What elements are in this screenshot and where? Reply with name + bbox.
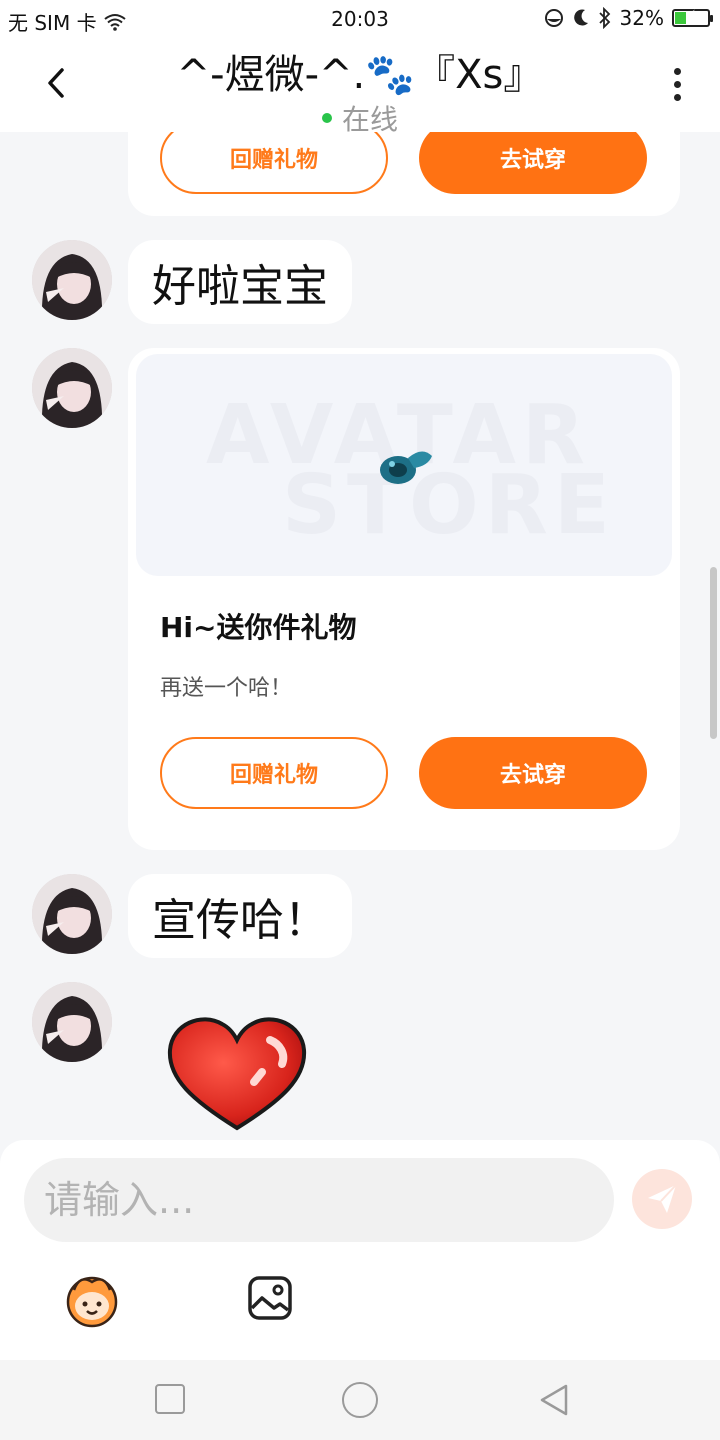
system-nav-bar: [0, 1360, 720, 1440]
more-icon-dot: [673, 94, 681, 101]
more-icon: [673, 68, 681, 75]
recent-apps-button[interactable]: [155, 1384, 185, 1414]
emoji-button[interactable]: [60, 1272, 124, 1328]
avatar[interactable]: [32, 982, 112, 1062]
triangle-back-icon: [540, 1384, 568, 1416]
try-on-button[interactable]: 去试穿: [419, 132, 647, 194]
emoji-icon: [66, 1276, 118, 1328]
avatar[interactable]: [32, 240, 112, 320]
watermark-store: STORE: [282, 458, 616, 553]
more-icon-dot: [673, 81, 681, 88]
send-icon: [648, 1184, 677, 1213]
contact-name: ^-煜微-^.🐾『Xs』: [176, 52, 544, 98]
bluetooth-icon: [598, 7, 610, 29]
avatar-image: [32, 874, 112, 954]
input-panel: [0, 1140, 720, 1360]
message-input[interactable]: [24, 1158, 614, 1242]
online-dot: [321, 113, 332, 123]
avatar-image: [32, 348, 112, 428]
return-gift-button[interactable]: 回赠礼物: [160, 132, 388, 194]
image-button[interactable]: [246, 1274, 294, 1322]
status-bar: 无 SIM 卡 20:03 32% ⚡: [0, 0, 720, 38]
home-button[interactable]: [342, 1382, 378, 1418]
image-icon: [248, 1276, 292, 1320]
avatar[interactable]: [32, 348, 112, 428]
scrollbar[interactable]: [710, 567, 717, 739]
eye-comfort-icon: [544, 9, 563, 27]
gift-card[interactable]: AVATAR STORE Hi~送你件礼物 再送一个哈！ 回赠礼物 去试穿: [128, 348, 680, 850]
gift-image: AVATAR STORE: [136, 354, 672, 576]
avatar-image: [32, 240, 112, 320]
message-bubble[interactable]: 宣传哈！: [128, 874, 352, 958]
status-right: 32% ⚡: [544, 6, 713, 30]
chat-header: ^-煜微-^.🐾『Xs』 在线: [0, 38, 720, 136]
avatar[interactable]: [32, 874, 112, 954]
gift-card-previous: 回赠礼物 去试穿: [128, 132, 680, 216]
message-list[interactable]: 回赠礼物 去试穿 好啦宝宝 AVATAR STORE Hi~送你件礼物 再送一个…: [0, 132, 720, 1140]
battery-icon: ⚡: [672, 8, 713, 27]
message-bubble[interactable]: 好啦宝宝: [128, 240, 352, 324]
gift-card-title: Hi~送你件礼物: [160, 611, 357, 644]
system-back-button[interactable]: [536, 1382, 572, 1418]
gift-card-description: 再送一个哈！: [160, 676, 293, 701]
moon-icon: [573, 9, 588, 26]
avatar-image: [32, 982, 112, 1062]
try-on-button[interactable]: 去试穿: [419, 737, 647, 809]
charging-icon: ⚡: [686, 8, 696, 24]
pacifier-item-icon: [380, 451, 432, 484]
more-button[interactable]: [662, 60, 692, 110]
send-button[interactable]: [632, 1169, 692, 1229]
battery-percent: 32%: [619, 6, 664, 30]
heart-sticker[interactable]: [162, 1010, 312, 1135]
return-gift-button[interactable]: 回赠礼物: [160, 737, 388, 809]
online-status-label: 在线: [341, 103, 398, 136]
online-status: 在线: [0, 98, 720, 138]
